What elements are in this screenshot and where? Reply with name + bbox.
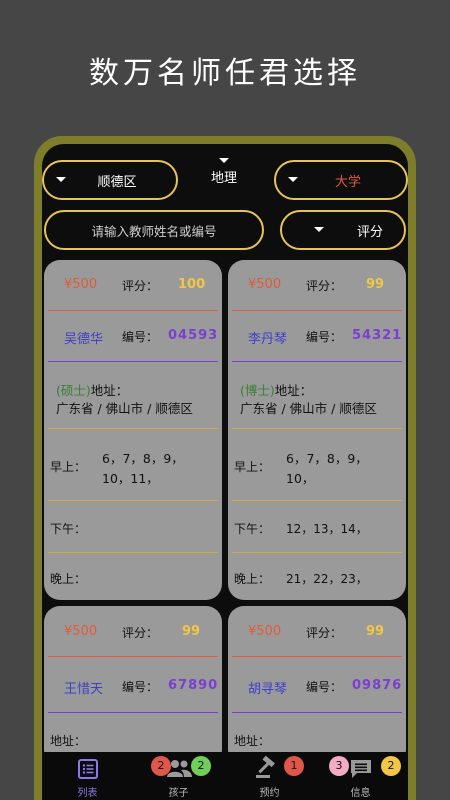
afternoon-label: 下午： bbox=[234, 522, 271, 536]
number-label: 编号： bbox=[122, 680, 159, 694]
badge-count: 1 bbox=[284, 756, 304, 776]
score-label: 评分： bbox=[306, 279, 343, 293]
tab-list[interactable]: 列表 bbox=[42, 752, 133, 800]
tab-label: 孩子 bbox=[168, 788, 189, 799]
score-value: 99 bbox=[182, 624, 201, 639]
caret-down-icon bbox=[288, 177, 298, 182]
caret-down-icon bbox=[219, 158, 229, 163]
teacher-card[interactable]: ¥500 评分： 99 胡寻琴 编号： 09876 地址： bbox=[228, 606, 406, 766]
morning-label: 早上： bbox=[234, 460, 271, 474]
badge-count: 2 bbox=[191, 756, 211, 776]
address-label: 地址： bbox=[50, 734, 87, 748]
tab-label: 列表 bbox=[77, 788, 98, 799]
divider bbox=[48, 712, 218, 713]
tab-label: 信息 bbox=[350, 788, 371, 799]
phone-frame: 顺德区 地理 大学 请输入教师姓名或编号 评分 ¥500 评分： 100 吴德华… bbox=[34, 136, 416, 800]
subject-dropdown[interactable]: 地理 bbox=[204, 158, 244, 186]
teacher-number: 67890 bbox=[168, 678, 219, 693]
tab-bar: 列表 2 2 孩子 1 预约 3 2 信息 bbox=[42, 752, 408, 800]
price: ¥500 bbox=[248, 277, 282, 292]
morning-slots-2: 10，11， bbox=[102, 471, 159, 486]
teacher-name: 王惜天 bbox=[64, 682, 104, 697]
score-label: 评分： bbox=[122, 279, 159, 293]
teacher-name: 李丹琴 bbox=[248, 332, 288, 347]
score-value: 99 bbox=[366, 277, 385, 292]
divider bbox=[232, 310, 402, 311]
address-value: 广东省 / 佛山市 / 顺德区 bbox=[56, 401, 193, 416]
address-label: 地址： bbox=[274, 383, 313, 398]
tab-label: 预约 bbox=[259, 788, 280, 799]
number-label: 编号： bbox=[122, 330, 159, 344]
badge-count: 2 bbox=[151, 756, 171, 776]
teacher-name: 胡寻琴 bbox=[248, 682, 288, 697]
divider bbox=[48, 500, 218, 501]
subject-value: 地理 bbox=[210, 171, 237, 186]
tab-appointment[interactable]: 1 预约 bbox=[224, 752, 315, 800]
divider bbox=[48, 361, 218, 362]
divider bbox=[232, 428, 402, 429]
degree: (硕士) bbox=[56, 383, 91, 398]
afternoon-label: 下午： bbox=[50, 522, 87, 536]
tab-messages[interactable]: 3 2 信息 bbox=[315, 752, 406, 800]
divider bbox=[232, 712, 402, 713]
search-input[interactable]: 请输入教师姓名或编号 bbox=[44, 210, 264, 250]
divider bbox=[48, 552, 218, 553]
price: ¥500 bbox=[248, 624, 282, 639]
divider bbox=[232, 500, 402, 501]
teacher-card[interactable]: ¥500 评分： 100 吴德华 编号： 04593 (硕士)地址： 广东省 /… bbox=[44, 260, 222, 600]
district-dropdown[interactable]: 顺德区 bbox=[42, 160, 178, 200]
level-value: 大学 bbox=[334, 174, 361, 190]
evening-slots: 21，22，23， bbox=[286, 572, 368, 586]
district-value: 顺德区 bbox=[97, 174, 137, 190]
price: ¥500 bbox=[64, 277, 98, 292]
evening-label: 晚上： bbox=[50, 572, 87, 586]
score-value: 100 bbox=[178, 277, 206, 292]
address-value: 广东省 / 佛山市 / 顺德区 bbox=[240, 401, 377, 416]
number-label: 编号： bbox=[306, 680, 343, 694]
teacher-number: 54321 bbox=[352, 328, 403, 343]
morning-slots-2: 10， bbox=[286, 471, 315, 486]
search-placeholder: 请输入教师姓名或编号 bbox=[91, 223, 217, 239]
teacher-name: 吴德华 bbox=[64, 332, 104, 347]
score-value: 99 bbox=[366, 624, 385, 639]
level-dropdown[interactable]: 大学 bbox=[274, 160, 408, 200]
degree: (博士) bbox=[240, 383, 275, 398]
sort-value: 评分 bbox=[356, 224, 383, 240]
score-label: 评分： bbox=[122, 626, 159, 640]
message-icon bbox=[351, 760, 371, 778]
morning-slots: 6，7，8，9， bbox=[286, 451, 368, 466]
teacher-card[interactable]: ¥500 评分： 99 王惜天 编号： 67890 地址： bbox=[44, 606, 222, 766]
morning-slots: 6，7，8，9， bbox=[102, 451, 184, 466]
divider bbox=[48, 310, 218, 311]
address-label: 地址： bbox=[90, 383, 129, 398]
badge-count: 3 bbox=[329, 756, 349, 776]
divider bbox=[232, 656, 402, 657]
divider bbox=[48, 656, 218, 657]
headline: 数万名师任君选择 bbox=[89, 56, 361, 91]
gavel-icon bbox=[256, 756, 275, 778]
sort-dropdown[interactable]: 评分 bbox=[280, 210, 406, 250]
teacher-number: 09876 bbox=[352, 678, 403, 693]
address-label: 地址： bbox=[234, 734, 271, 748]
list-icon bbox=[78, 759, 98, 779]
morning-label: 早上： bbox=[50, 460, 87, 474]
app-screen: 顺德区 地理 大学 请输入教师姓名或编号 评分 ¥500 评分： 100 吴德华… bbox=[42, 144, 408, 800]
evening-label: 晚上： bbox=[234, 572, 271, 586]
number-label: 编号： bbox=[306, 330, 343, 344]
divider bbox=[232, 552, 402, 553]
score-label: 评分： bbox=[306, 626, 343, 640]
caret-down-icon bbox=[56, 177, 66, 182]
teacher-card[interactable]: ¥500 评分： 99 李丹琴 编号： 54321 (博士)地址： 广东省 / … bbox=[228, 260, 406, 600]
tab-children[interactable]: 2 2 孩子 bbox=[133, 752, 224, 800]
divider bbox=[232, 361, 402, 362]
divider bbox=[48, 428, 218, 429]
price: ¥500 bbox=[64, 624, 98, 639]
caret-down-icon bbox=[314, 227, 324, 232]
afternoon-slots: 12，13，14， bbox=[286, 522, 368, 536]
teacher-number: 04593 bbox=[168, 328, 219, 343]
badge-count: 2 bbox=[381, 756, 401, 776]
